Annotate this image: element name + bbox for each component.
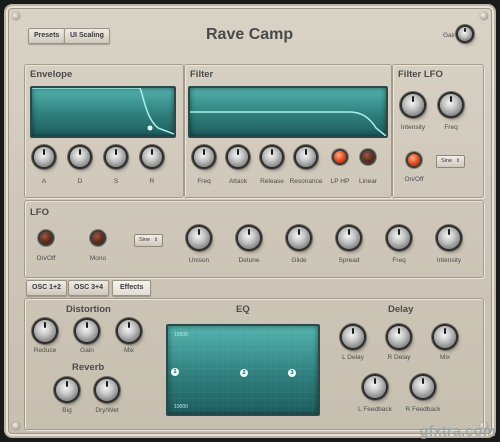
lfo-intensity-knob[interactable] [438, 227, 460, 249]
knob-label: Reduce [33, 347, 57, 354]
envelope-display[interactable] [30, 86, 176, 138]
filter-lfo-intensity-knob[interactable] [402, 94, 424, 116]
knob-label: R Feedback [405, 406, 441, 413]
distortion-reduce-knob[interactable] [34, 320, 56, 342]
tab-osc-3-4[interactable]: OSC 3+4 [68, 280, 109, 296]
knob-label: Freq [197, 178, 211, 185]
plugin-panel: Presets UI Scaling Rave Camp Gain Envelo… [6, 6, 494, 436]
filter-lfo-title: Filter LFO [398, 69, 443, 80]
eq-bottom-label: 10000 [174, 404, 188, 410]
gain-knob[interactable] [458, 27, 472, 41]
presets-button[interactable]: Presets [28, 28, 66, 44]
knob-label: Freq [444, 124, 458, 131]
eq-title: EQ [236, 304, 250, 315]
filter-freq-knob[interactable] [194, 147, 214, 167]
reverb-title: Reverb [72, 362, 105, 373]
lfo-freq-knob[interactable] [388, 227, 410, 249]
lfo-mono-toggle[interactable] [92, 232, 104, 244]
envelope-attack-knob[interactable] [34, 147, 54, 167]
ui-scaling-button[interactable]: UI Scaling [64, 28, 110, 44]
reverb-big-knob[interactable] [56, 379, 78, 401]
knob-label: Glide [291, 257, 307, 264]
plugin-title: Rave Camp [206, 26, 294, 43]
tab-osc-1-2[interactable]: OSC 1+2 [26, 280, 67, 296]
knob-label: Unison [188, 257, 210, 264]
filter-lfo-freq-knob[interactable] [440, 94, 462, 116]
eq-node-2[interactable]: 2 [240, 369, 248, 377]
eq-display[interactable]: 10000 10000 1 2 3 [166, 324, 320, 416]
knob-label: Release [260, 178, 284, 185]
envelope-release-knob[interactable] [142, 147, 162, 167]
distortion-title: Distortion [66, 304, 111, 315]
knob-label: Big [62, 407, 72, 414]
filter-display[interactable] [188, 86, 388, 138]
tab-effects[interactable]: Effects [112, 280, 152, 296]
delay-right-delay-knob[interactable] [388, 326, 410, 348]
linear-toggle[interactable] [362, 151, 374, 163]
filter-release-knob[interactable] [262, 147, 282, 167]
knob-label: Intensity [436, 257, 462, 264]
filter-lfo-wave-select[interactable]: Sine ⇕ [436, 155, 466, 168]
knob-label: Attack [228, 178, 248, 185]
screw-icon [12, 12, 20, 20]
knob-label: Detune [238, 257, 260, 264]
distortion-mix-knob[interactable] [118, 320, 140, 342]
envelope-title: Envelope [30, 69, 73, 80]
knob-label: A [41, 178, 47, 185]
knob-label: R [149, 178, 155, 185]
watermark: gfxtra.com [419, 423, 496, 440]
select-value: Sine [139, 237, 151, 243]
select-value: Sine [441, 158, 453, 164]
toggle-label: Mono [89, 255, 107, 262]
delay-left-delay-knob[interactable] [342, 326, 364, 348]
knob-label: L Feedback [358, 406, 392, 413]
toggle-label: On/Off [36, 255, 56, 262]
knob-label: Spread [338, 257, 360, 264]
knob-label: Resonance [289, 178, 323, 185]
knob-label: D [77, 178, 83, 185]
toggle-label: On/Off [404, 176, 424, 183]
distortion-gain-knob[interactable] [76, 320, 98, 342]
envelope-sustain-knob[interactable] [106, 147, 126, 167]
knob-label: Dry/Wet [95, 407, 119, 414]
eq-node-3[interactable]: 3 [288, 369, 296, 377]
lfo-glide-knob[interactable] [288, 227, 310, 249]
knob-label: Mix [439, 354, 451, 361]
knob-label: Gain [80, 347, 94, 354]
envelope-decay-knob[interactable] [70, 147, 90, 167]
toggle-label: Linear [358, 178, 378, 185]
lp-hp-toggle[interactable] [334, 151, 346, 163]
filter-resonance-knob[interactable] [296, 147, 316, 167]
lfo-detune-knob[interactable] [238, 227, 260, 249]
eq-top-label: 10000 [174, 332, 188, 338]
knob-label: S [113, 178, 119, 185]
reverb-drywet-knob[interactable] [96, 379, 118, 401]
lfo-unison-knob[interactable] [188, 227, 210, 249]
delay-title: Delay [388, 304, 414, 315]
knob-label: Freq [392, 257, 406, 264]
eq-node-1[interactable]: 1 [171, 368, 179, 376]
filter-lfo-onoff-toggle[interactable] [408, 154, 420, 166]
chevron-updown-icon: ⇕ [456, 158, 461, 164]
lfo-title: LFO [30, 207, 49, 218]
gain-label: Gain [443, 32, 457, 39]
filter-title: Filter [190, 69, 214, 80]
lfo-onoff-toggle[interactable] [40, 232, 52, 244]
lfo-spread-knob[interactable] [338, 227, 360, 249]
screw-icon [12, 422, 20, 430]
screw-icon [480, 12, 488, 20]
delay-left-feedback-knob[interactable] [364, 376, 386, 398]
filter-attack-knob[interactable] [228, 147, 248, 167]
delay-mix-knob[interactable] [434, 326, 456, 348]
knob-label: L Delay [342, 354, 364, 361]
knob-label: R Delay [387, 354, 411, 361]
delay-right-feedback-knob[interactable] [412, 376, 434, 398]
knob-label: Mix [123, 347, 135, 354]
chevron-updown-icon: ⇕ [154, 237, 159, 243]
knob-label: Intensity [400, 124, 426, 131]
toggle-label: LP HP [330, 178, 350, 185]
lfo-wave-select[interactable]: Sine ⇕ [134, 234, 164, 247]
